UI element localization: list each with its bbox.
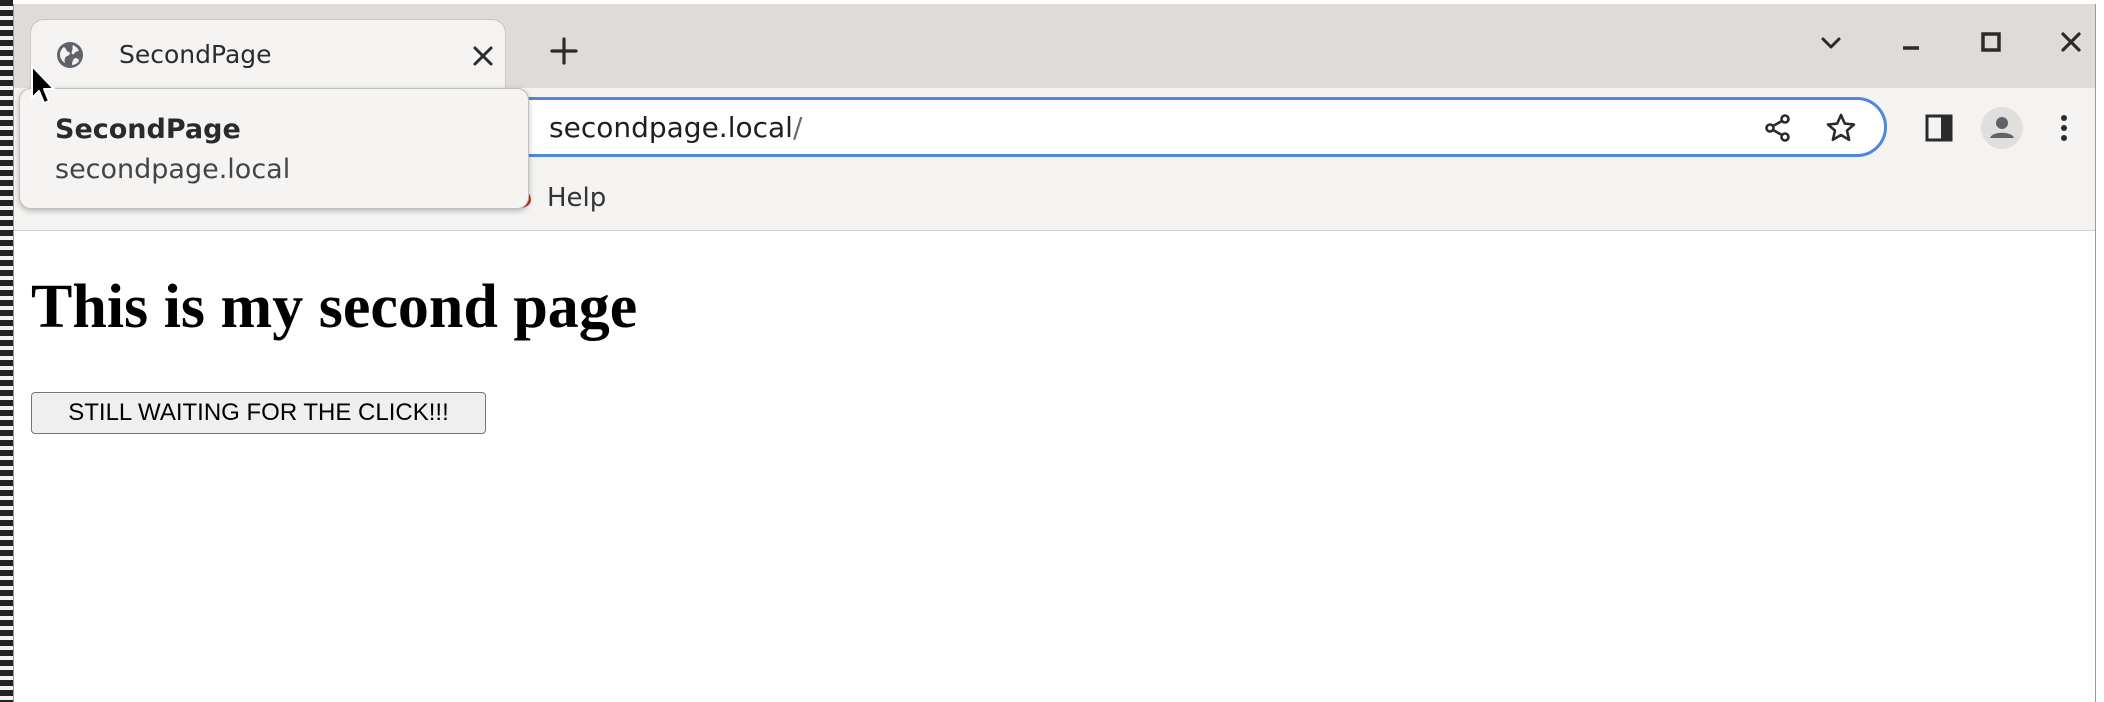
- page-heading: This is my second page: [31, 273, 638, 341]
- still-waiting-button[interactable]: STILL WAITING FOR THE CLICK!!!: [31, 392, 486, 434]
- kebab-menu-icon[interactable]: [2044, 108, 2084, 148]
- globe-icon: [57, 42, 83, 68]
- star-icon[interactable]: [1825, 112, 1857, 144]
- minimize-icon[interactable]: [1889, 20, 1933, 64]
- browser-window: SecondPage secondpage.local/ Help Second…: [13, 4, 2096, 702]
- hover-card-title: SecondPage: [55, 114, 241, 145]
- tab-strip: SecondPage: [14, 4, 2095, 88]
- bookmark-help[interactable]: Help: [547, 178, 606, 218]
- mouse-cursor-icon: [31, 65, 55, 104]
- close-icon[interactable]: [471, 44, 495, 68]
- profile-icon[interactable]: [1980, 106, 2024, 150]
- hover-card-domain: secondpage.local: [55, 154, 291, 185]
- url-text[interactable]: secondpage.local/: [549, 112, 802, 144]
- page-content: This is my second page STILL WAITING FOR…: [14, 231, 2095, 702]
- url-host: secondpage.local: [549, 111, 793, 144]
- close-icon[interactable]: [2049, 20, 2093, 64]
- address-bar[interactable]: secondpage.local/: [404, 97, 1887, 157]
- chevron-down-icon[interactable]: [1809, 20, 1853, 64]
- maximize-icon[interactable]: [1969, 20, 2013, 64]
- side-panel-icon[interactable]: [1919, 108, 1959, 148]
- tab-secondpage[interactable]: SecondPage: [30, 19, 506, 88]
- share-icon[interactable]: [1762, 112, 1794, 144]
- tab-title: SecondPage: [119, 40, 272, 69]
- url-path: /: [792, 111, 803, 144]
- desktop-background: [0, 0, 13, 702]
- tab-hover-card: SecondPage secondpage.local: [19, 88, 529, 209]
- plus-icon[interactable]: [539, 26, 589, 76]
